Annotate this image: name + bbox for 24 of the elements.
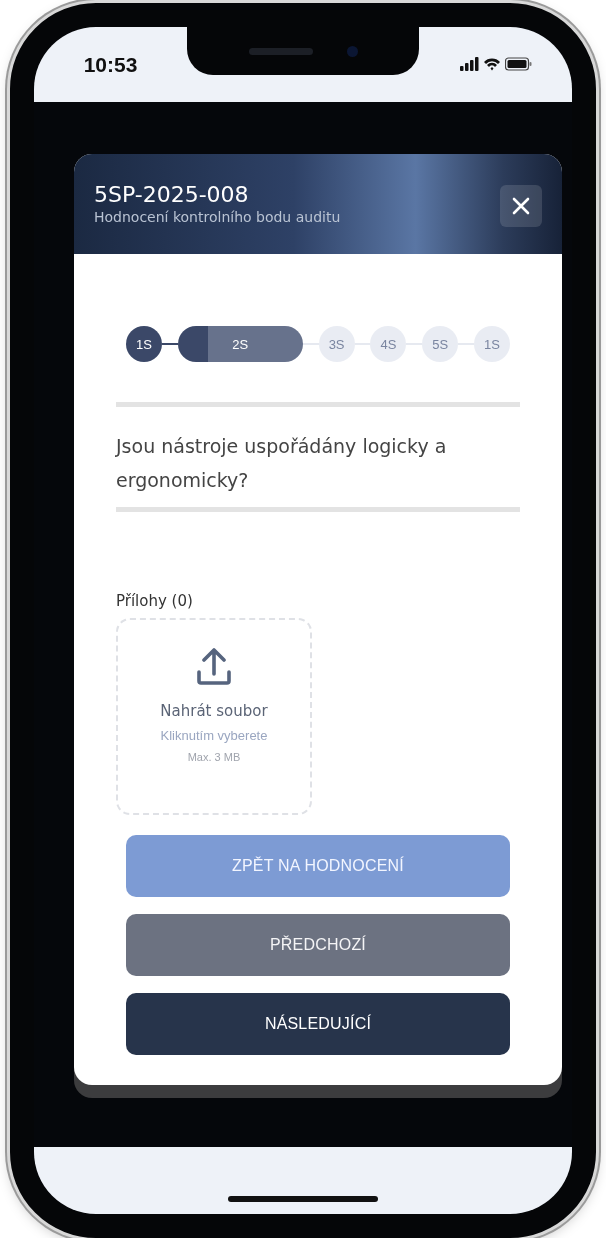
modal-title: 5SP-2025-008 — [94, 182, 250, 207]
status-time: 10:53 — [83, 53, 138, 77]
upload-hint: Kliknutím vyberete — [160, 728, 268, 743]
step-tab[interactable]: 5S — [422, 326, 459, 362]
action-button[interactable]: NÁSLEDUJÍCÍ — [126, 993, 510, 1055]
attachments-label: Přílohy (0) — [116, 592, 194, 610]
wifi-icon — [483, 57, 500, 71]
step-tab[interactable]: 4S — [370, 326, 407, 362]
close-button[interactable] — [500, 185, 542, 227]
close-icon — [512, 197, 530, 215]
modal-subtitle: Hodnocení kontrolního bodu auditu — [94, 209, 341, 225]
upload-icon — [196, 648, 232, 686]
upload-title: Nahrát soubor — [160, 702, 268, 720]
question-text: Jsou nástroje uspořádány logicky a ergonomicky? — [116, 434, 448, 493]
step-tab[interactable]: 3S — [318, 326, 355, 362]
signal-icon — [459, 57, 479, 71]
upload-limit: Max. 3 MB — [187, 751, 241, 763]
step-tab[interactable]: 2S — [177, 326, 303, 362]
step-tab[interactable]: 1S — [474, 326, 510, 362]
step-tab[interactable]: 1S — [126, 326, 162, 362]
upload-dropzone[interactable]: Nahrát soubor Kliknutím vyberete Max. 3 MB — [116, 618, 312, 815]
action-button[interactable]: ZPĚT NA HODNOCENÍ — [126, 835, 510, 897]
battery-icon — [504, 57, 532, 71]
action-button[interactable]: PŘEDCHOZÍ — [126, 914, 510, 976]
